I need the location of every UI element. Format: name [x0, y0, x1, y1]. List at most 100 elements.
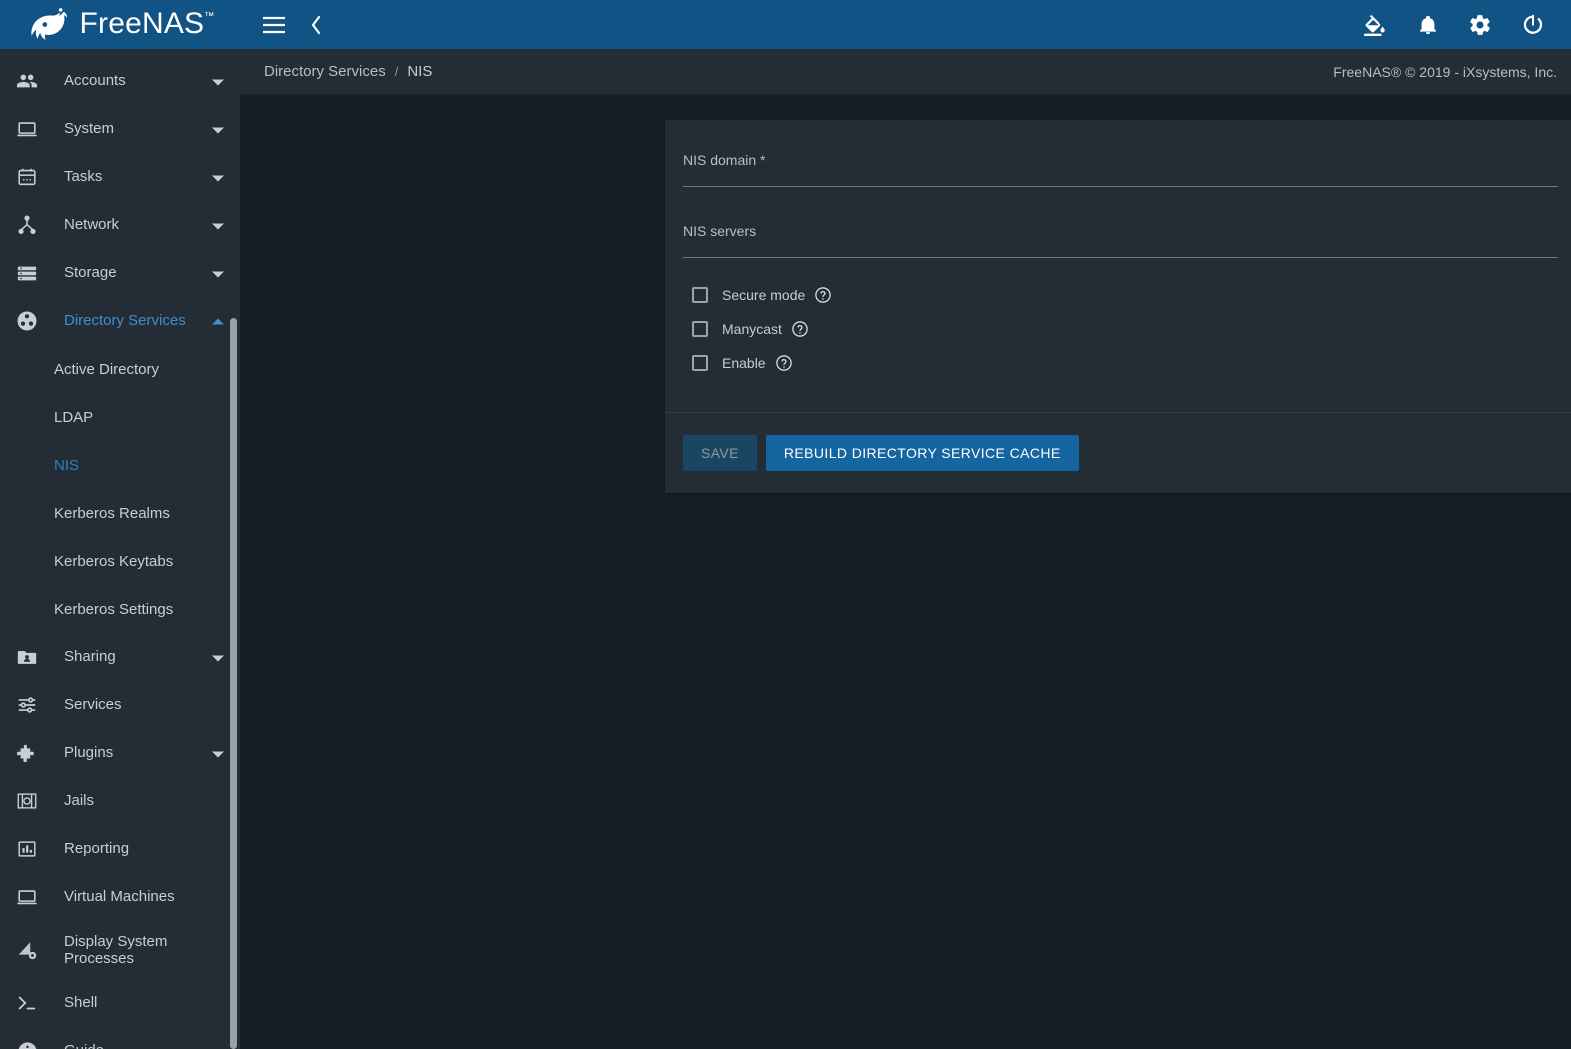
- chevron-left-icon[interactable]: [310, 15, 322, 35]
- sidebar-item-label: Services: [64, 696, 122, 714]
- breadcrumb-parent[interactable]: Directory Services: [264, 63, 386, 80]
- secure-mode-checkbox[interactable]: [692, 287, 708, 303]
- topbar: [240, 0, 1571, 49]
- sidebar-subitem-label: Kerberos Settings: [54, 600, 174, 618]
- content-area: NIS domain * NIS servers Secure mode Man…: [240, 95, 1571, 1049]
- sidebar-item-network[interactable]: Network: [0, 201, 240, 249]
- sidebar-item-directory-services[interactable]: Directory Services: [0, 297, 240, 345]
- nis-domain-label: NIS domain *: [683, 152, 766, 168]
- sidebar-item-label: Jails: [64, 792, 95, 810]
- sidebar-item-label: Reporting: [64, 840, 130, 858]
- brand-logo-area[interactable]: FreeNAS™: [0, 0, 240, 49]
- sidebar-item-virtual-machines[interactable]: Virtual Machines: [0, 873, 240, 921]
- sidebar-scrollbar[interactable]: [230, 318, 237, 1049]
- breadcrumb-bar: Directory Services / NIS FreeNAS® © 2019…: [240, 49, 1571, 95]
- sidebar-subitem-nis[interactable]: NIS: [0, 441, 240, 489]
- enable-help-icon[interactable]: [775, 354, 793, 372]
- nis-servers-field[interactable]: NIS servers: [683, 213, 1558, 258]
- chevron-down-icon: [212, 121, 226, 138]
- chevron-down-icon: [212, 649, 226, 666]
- enable-row: Enable: [692, 346, 1571, 380]
- bar-chart-icon: [10, 838, 44, 860]
- sidebar-item-sharing[interactable]: Sharing: [0, 633, 240, 681]
- sidebar-item-label: System: [64, 120, 115, 138]
- sidebar-item-label: Storage: [64, 264, 117, 282]
- sidebar-item-shell[interactable]: Shell: [0, 979, 240, 1027]
- enable-label: Enable: [722, 355, 766, 371]
- sidebar-subitem-ldap[interactable]: LDAP: [0, 393, 240, 441]
- nis-domain-field[interactable]: NIS domain *: [683, 142, 1558, 187]
- sidebar-item-reporting[interactable]: Reporting: [0, 825, 240, 873]
- nis-servers-row: NIS servers: [683, 213, 1571, 264]
- secure-mode-help-icon[interactable]: [814, 286, 832, 304]
- sidebar-subitem-label: NIS: [54, 456, 80, 474]
- secure-mode-row: Secure mode: [692, 278, 1571, 312]
- save-button[interactable]: SAVE: [683, 435, 757, 471]
- sidebar-item-display-system-processes[interactable]: Display System Processes: [0, 921, 240, 979]
- sidebar-subitem-active-directory[interactable]: Active Directory: [0, 345, 240, 393]
- sidebar-nav: Accounts System Tasks Network Storage Di…: [0, 49, 240, 1049]
- sidebar-subitem-kerberos-settings[interactable]: Kerberos Settings: [0, 585, 240, 633]
- nis-settings-card: NIS domain * NIS servers Secure mode Man…: [665, 120, 1571, 493]
- hamburger-menu-icon[interactable]: [262, 16, 286, 34]
- sidebar-item-system[interactable]: System: [0, 105, 240, 153]
- chevron-up-icon: [212, 313, 226, 330]
- bell-icon[interactable]: [1417, 13, 1439, 37]
- brand-name: FreeNAS™: [79, 6, 215, 40]
- sidebar-subitem-label: Kerberos Realms: [54, 504, 170, 522]
- nis-servers-input[interactable]: [683, 239, 1558, 253]
- info-circle-icon: [10, 1040, 44, 1049]
- sidebar-item-label: Plugins: [64, 744, 114, 762]
- sidebar-item-label: Directory Services: [64, 312, 186, 330]
- sidebar-item-label: Sharing: [64, 648, 116, 666]
- form-actions: SAVE REBUILD DIRECTORY SERVICE CACHE: [665, 412, 1571, 493]
- manycast-help-icon[interactable]: [791, 320, 809, 338]
- calendar-icon: [10, 166, 44, 188]
- terminal-icon: [10, 992, 44, 1014]
- jail-icon: [10, 790, 44, 812]
- sliders-icon: [10, 694, 44, 716]
- sidebar-item-tasks[interactable]: Tasks: [0, 153, 240, 201]
- sidebar-subitem-label: LDAP: [54, 408, 94, 426]
- breadcrumb-current: NIS: [407, 63, 433, 80]
- directory-services-icon: [10, 309, 44, 333]
- sidebar-item-plugins[interactable]: Plugins: [0, 729, 240, 777]
- people-icon: [10, 70, 44, 92]
- sidebar-item-services[interactable]: Services: [0, 681, 240, 729]
- sidebar-subitem-label: Active Directory: [54, 360, 160, 378]
- sidebar-item-label: Guide: [44, 1042, 212, 1049]
- manycast-checkbox[interactable]: [692, 321, 708, 337]
- breadcrumb-separator: /: [394, 64, 399, 79]
- storage-stack-icon: [10, 262, 44, 284]
- enable-checkbox[interactable]: [692, 355, 708, 371]
- puzzle-piece-icon: [10, 742, 44, 764]
- sidebar-item-jails[interactable]: Jails: [0, 777, 240, 825]
- gear-icon[interactable]: [1468, 13, 1492, 37]
- sidebar: FreeNAS™ Accounts System Tasks Network S…: [0, 0, 240, 1049]
- sidebar-item-storage[interactable]: Storage: [0, 249, 240, 297]
- app-root: FreeNAS™ Accounts System Tasks Network S…: [0, 0, 1571, 1049]
- network-tree-icon: [10, 214, 44, 236]
- power-icon[interactable]: [1521, 13, 1545, 37]
- nis-domain-input[interactable]: [683, 168, 1558, 182]
- laptop-icon: [10, 118, 44, 140]
- nis-form: NIS domain * NIS servers Secure mode Man…: [665, 120, 1571, 412]
- nis-domain-help-icon[interactable]: [1558, 165, 1571, 187]
- nis-servers-help-icon[interactable]: [1558, 236, 1571, 258]
- monitor-icon: [10, 886, 44, 908]
- chevron-down-icon: [212, 169, 226, 186]
- sidebar-item-accounts[interactable]: Accounts: [0, 57, 240, 105]
- sidebar-item-label: Tasks: [64, 168, 103, 186]
- sidebar-subitem-kerberos-keytabs[interactable]: Kerberos Keytabs: [0, 537, 240, 585]
- checkbox-group: Secure mode Manycast Enable: [683, 264, 1571, 402]
- chevron-down-icon: [212, 73, 226, 90]
- sidebar-subitem-kerberos-realms[interactable]: Kerberos Realms: [0, 489, 240, 537]
- sidebar-item-guide[interactable]: Guide: [0, 1027, 240, 1049]
- chevron-down-icon: [212, 217, 226, 234]
- sidebar-item-label: Display System Processes: [64, 932, 168, 967]
- rebuild-directory-service-cache-button[interactable]: REBUILD DIRECTORY SERVICE CACHE: [765, 435, 1079, 471]
- sidebar-item-label: Shell: [64, 994, 98, 1012]
- sidebar-scrollbar-thumb[interactable]: [230, 318, 237, 1049]
- theme-paint-bucket-icon[interactable]: [1362, 12, 1388, 38]
- sidebar-item-label: Virtual Machines: [64, 888, 175, 906]
